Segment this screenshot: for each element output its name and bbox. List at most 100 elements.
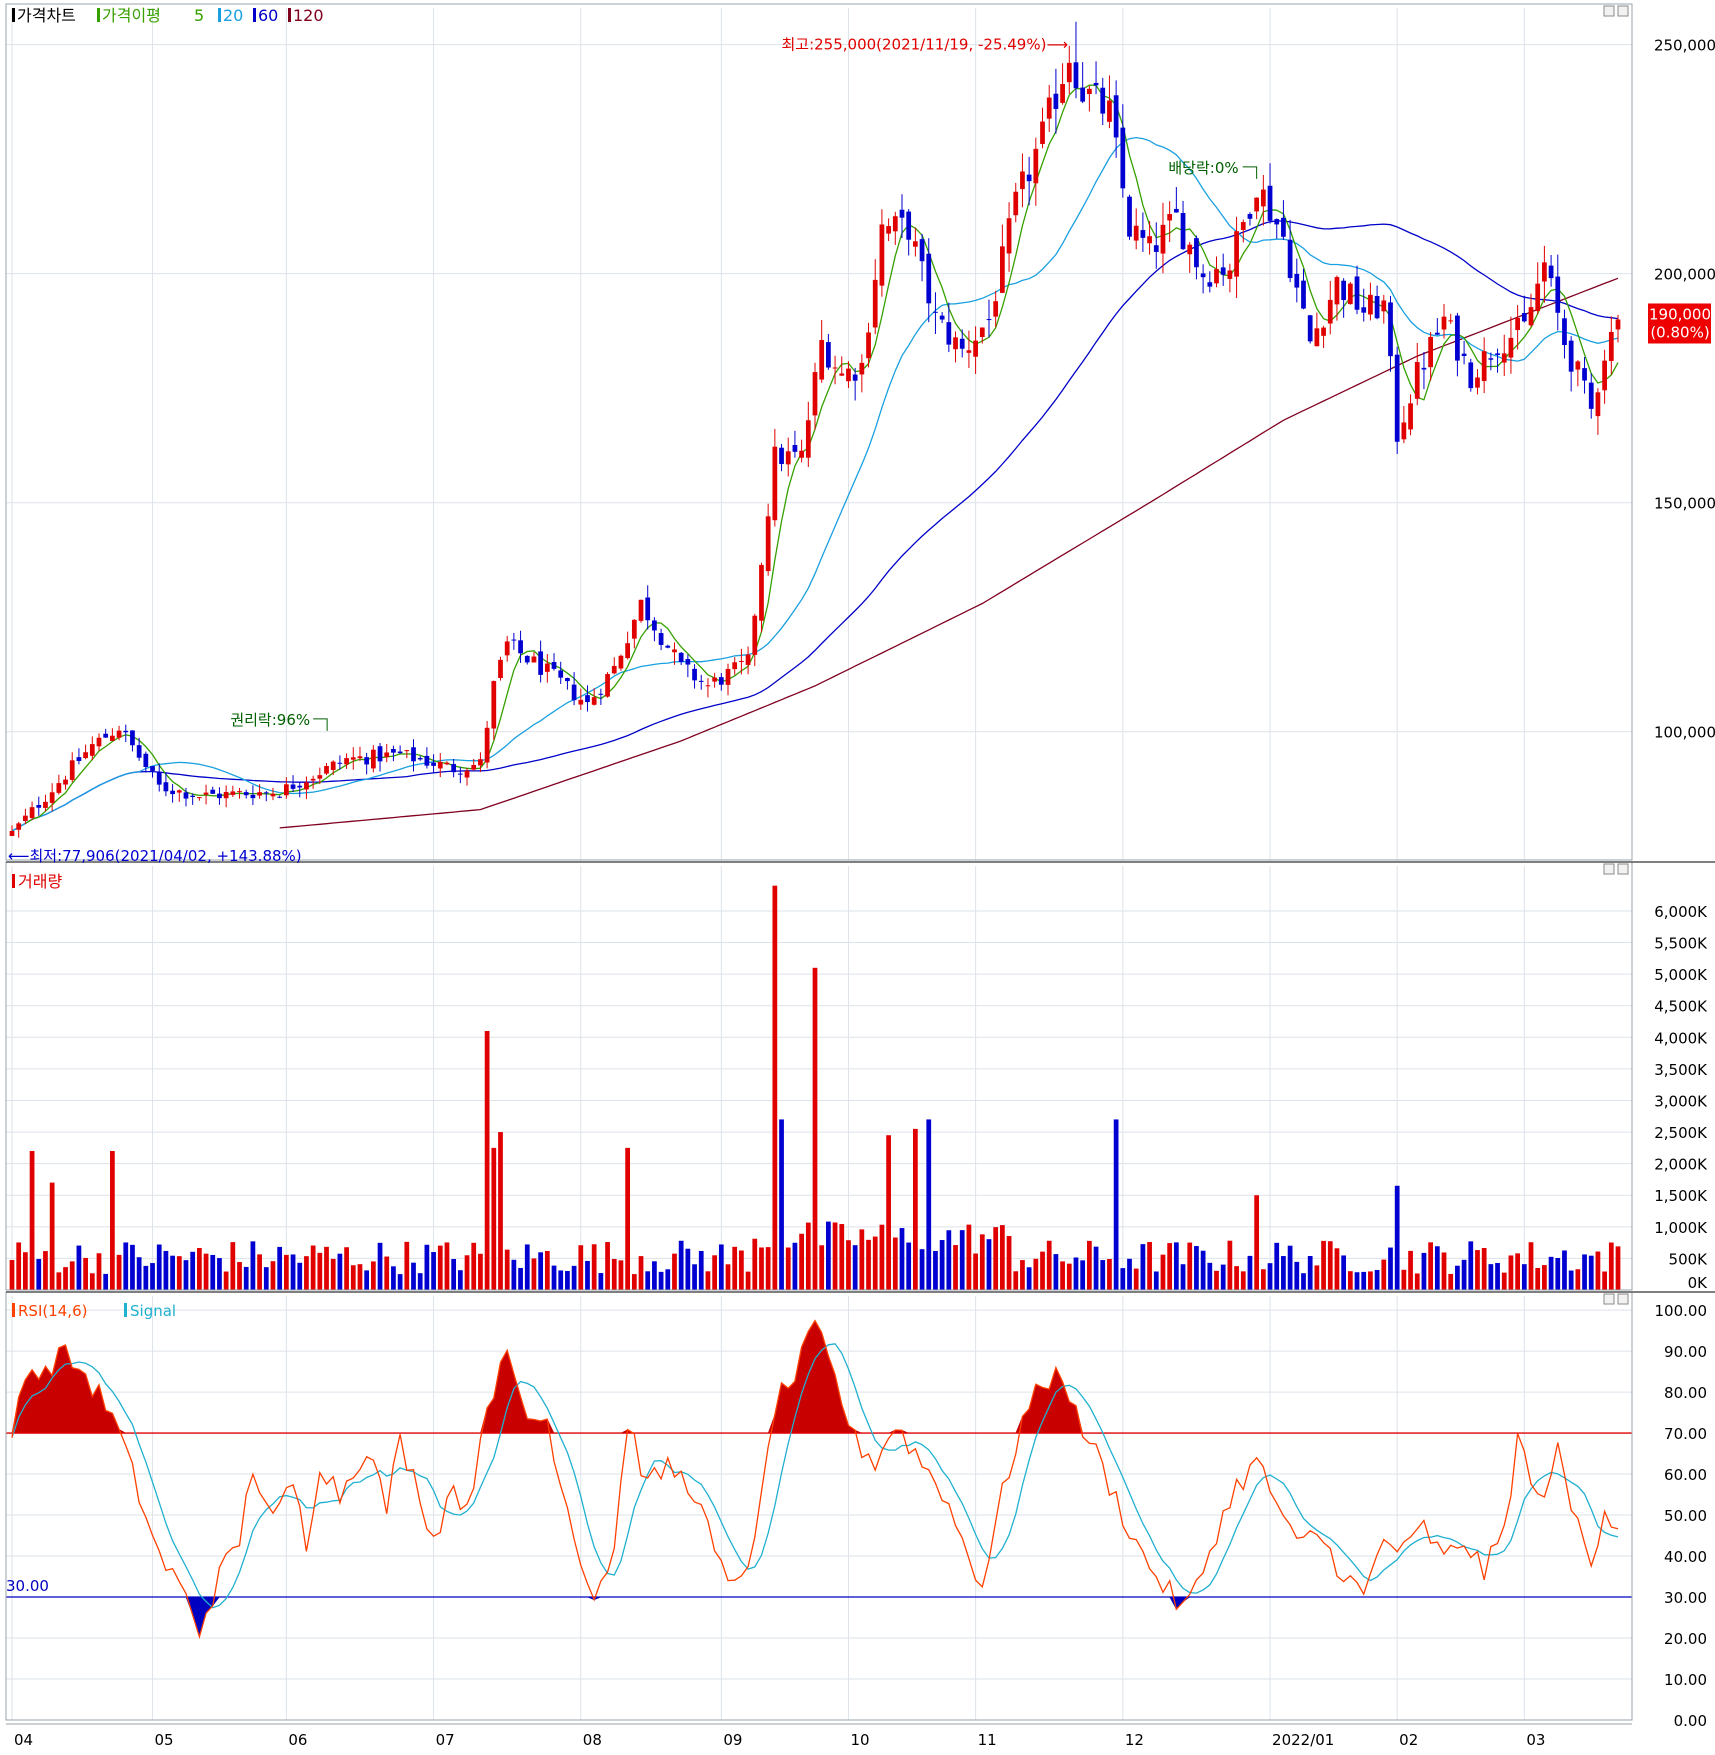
candle-body bbox=[310, 778, 316, 781]
panel-minimize-icon bbox=[1603, 1293, 1615, 1305]
stock-chart: 100,000 150,000 200,000 250,000 최고:255,000(2… bbox=[0, 0, 1715, 1751]
volume-bar bbox=[431, 1252, 436, 1290]
volume-bar bbox=[946, 1230, 952, 1290]
volume-bar bbox=[471, 1242, 477, 1290]
candle-body bbox=[1214, 269, 1219, 284]
rsi-overbought-fill bbox=[71, 1367, 80, 1434]
volume-tick-label: 1,500K bbox=[1654, 1187, 1708, 1205]
candle-body bbox=[1354, 276, 1360, 310]
volume-bar bbox=[437, 1245, 443, 1290]
volume-bar bbox=[1127, 1258, 1132, 1290]
candle-body bbox=[1455, 315, 1460, 361]
volume-bar bbox=[1361, 1271, 1367, 1290]
candle-body bbox=[504, 641, 510, 656]
volume-bar bbox=[571, 1265, 577, 1290]
candle-body bbox=[1468, 362, 1474, 389]
candle-body bbox=[1153, 245, 1159, 252]
candle-body bbox=[1374, 296, 1380, 319]
volume-bar bbox=[237, 1262, 242, 1290]
volume-bar bbox=[263, 1267, 269, 1290]
candle-body bbox=[377, 746, 383, 762]
candle-body bbox=[1361, 307, 1367, 313]
candle-body bbox=[357, 756, 363, 759]
volume-bar bbox=[558, 1270, 564, 1290]
volume-bar bbox=[350, 1265, 356, 1290]
volume-bar bbox=[973, 1253, 978, 1290]
volume-bar bbox=[16, 1242, 22, 1290]
volume-bar bbox=[330, 1258, 336, 1290]
rsi-tick-label: 30.00 bbox=[1664, 1589, 1707, 1607]
candle-body bbox=[565, 678, 570, 682]
volume-bar bbox=[230, 1242, 236, 1290]
volume-bar bbox=[1254, 1195, 1260, 1290]
volume-bar bbox=[665, 1269, 671, 1290]
volume-bar bbox=[176, 1256, 182, 1290]
rsi-tick-label: 100.00 bbox=[1655, 1302, 1708, 1320]
candle-body bbox=[384, 752, 390, 758]
volume-bar bbox=[76, 1245, 82, 1290]
volume-bar bbox=[404, 1241, 410, 1290]
candle-body bbox=[464, 770, 470, 778]
candle-body bbox=[638, 599, 644, 621]
candle-body bbox=[765, 516, 771, 572]
candle-body bbox=[772, 446, 778, 521]
volume-bar bbox=[906, 1242, 912, 1290]
candle-body bbox=[478, 759, 483, 766]
candle-body bbox=[89, 744, 95, 756]
volume-bar bbox=[879, 1224, 885, 1290]
volume-bar bbox=[846, 1240, 851, 1290]
volume-bar bbox=[417, 1273, 423, 1290]
candle-body bbox=[899, 209, 905, 218]
volume-bar bbox=[1160, 1254, 1166, 1290]
candle-body bbox=[1120, 127, 1126, 189]
candle-body bbox=[103, 733, 109, 738]
candle-body bbox=[136, 745, 142, 758]
candle-body bbox=[1314, 328, 1320, 347]
volume-bar bbox=[130, 1244, 135, 1290]
volume-bar bbox=[933, 1250, 938, 1290]
candle-body bbox=[324, 765, 329, 774]
volume-bar bbox=[1220, 1264, 1226, 1290]
candle-body bbox=[939, 315, 945, 320]
x-axis-label: 02 bbox=[1399, 1731, 1418, 1749]
legend-marker bbox=[218, 8, 221, 22]
candle-body bbox=[1434, 332, 1440, 335]
volume-bar bbox=[759, 1247, 764, 1290]
candle-body bbox=[16, 823, 22, 830]
volume-bar bbox=[739, 1250, 744, 1290]
volume-bar bbox=[1140, 1244, 1146, 1290]
candle-body bbox=[524, 655, 530, 663]
volume-bar bbox=[1187, 1242, 1193, 1290]
volume-bar bbox=[143, 1265, 149, 1290]
volume-bar bbox=[9, 1259, 15, 1290]
candle-body bbox=[1060, 83, 1065, 103]
candle-body bbox=[846, 368, 851, 382]
volume-bar bbox=[1562, 1250, 1567, 1290]
candle-body bbox=[203, 792, 209, 795]
rsi-overbought-fill bbox=[45, 1365, 53, 1434]
volume-bar bbox=[1475, 1250, 1480, 1290]
candle-body bbox=[1568, 340, 1574, 372]
volume-bar bbox=[1194, 1246, 1199, 1290]
candle-body bbox=[1401, 422, 1407, 440]
candle-body bbox=[1127, 196, 1132, 237]
candle-body bbox=[665, 645, 671, 648]
volume-bar bbox=[83, 1257, 88, 1290]
volume-bar bbox=[598, 1273, 604, 1290]
volume-tick-label: 3,000K bbox=[1654, 1092, 1708, 1110]
candle-body bbox=[250, 794, 256, 799]
volume-bar bbox=[1073, 1257, 1079, 1290]
volume-bar bbox=[1354, 1272, 1360, 1290]
volume-bar bbox=[243, 1266, 249, 1290]
candle-body bbox=[1281, 217, 1286, 237]
rsi-overbought-fill bbox=[1055, 1367, 1063, 1434]
volume-bar bbox=[852, 1245, 858, 1290]
volume-bar bbox=[1615, 1246, 1621, 1290]
rsi-overbought-fill bbox=[78, 1368, 86, 1434]
candle-body bbox=[872, 279, 878, 328]
volume-bar bbox=[926, 1119, 932, 1290]
candle-body bbox=[598, 693, 604, 695]
volume-bar bbox=[1575, 1269, 1581, 1290]
candle-body bbox=[150, 766, 155, 771]
candle-body bbox=[217, 793, 222, 799]
